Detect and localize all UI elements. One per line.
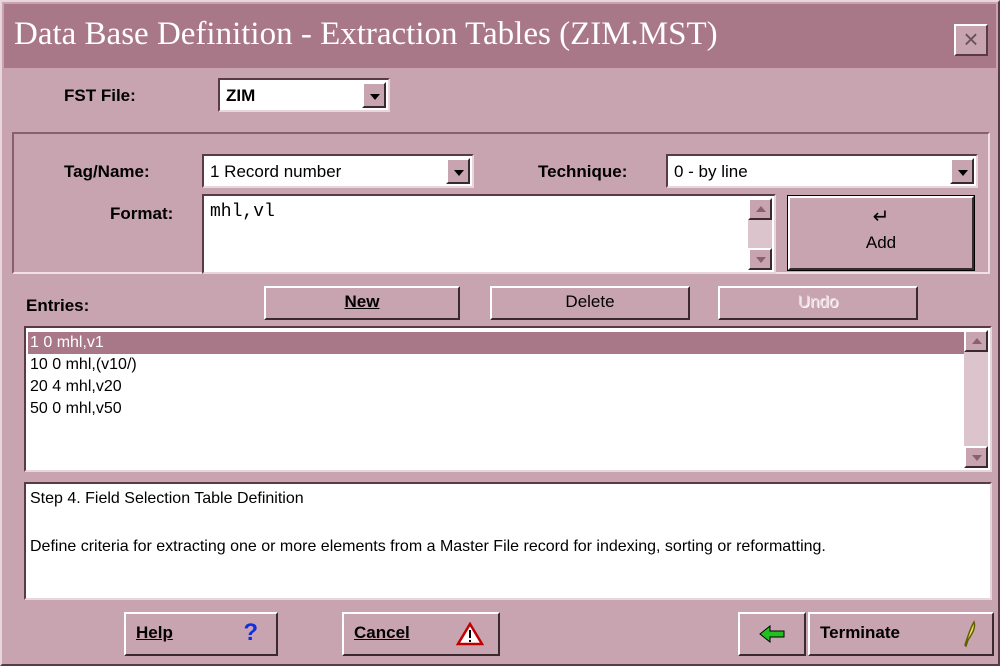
fst-file-select[interactable]: ZIM xyxy=(218,78,390,112)
technique-value: 0 - by line xyxy=(674,162,748,181)
list-item[interactable]: 10 0 mhl,(v10/) xyxy=(28,354,137,376)
cancel-button[interactable]: Cancel xyxy=(342,612,500,656)
enter-arrow-icon: ↵ xyxy=(872,206,890,228)
title-bar: Data Base Definition - Extraction Tables… xyxy=(4,4,996,68)
format-scrollbar[interactable] xyxy=(748,198,772,270)
terminate-button-label: Terminate xyxy=(820,623,900,642)
dialog-window: Data Base Definition - Extraction Tables… xyxy=(0,0,1000,666)
close-icon: × xyxy=(963,24,979,54)
list-item[interactable]: 1 0 mhl,v1 xyxy=(28,332,968,354)
format-text: mhl,vl xyxy=(210,202,275,222)
step-description: Define criteria for extracting one or mo… xyxy=(30,538,826,555)
add-button[interactable]: ↵ Add xyxy=(787,195,975,271)
fst-file-value: ZIM xyxy=(226,86,256,105)
chevron-down-icon[interactable] xyxy=(446,158,470,184)
help-button-label: Help xyxy=(136,623,173,642)
back-arrow-icon xyxy=(759,624,785,644)
entries-list[interactable]: 1 0 mhl,v1 10 0 mhl,(v10/) 20 4 mhl,v20 … xyxy=(24,326,992,472)
help-button[interactable]: Help ? xyxy=(124,612,278,656)
window-title: Data Base Definition - Extraction Tables… xyxy=(14,16,718,52)
fst-file-label: FST File: xyxy=(64,86,136,105)
quill-icon xyxy=(964,620,976,648)
scroll-up-icon[interactable] xyxy=(964,330,988,352)
new-button[interactable]: New xyxy=(264,286,460,320)
scroll-down-icon[interactable] xyxy=(748,248,772,270)
step-info-panel: Step 4. Field Selection Table Definition… xyxy=(24,482,992,600)
tag-name-label: Tag/Name: xyxy=(64,162,150,181)
list-item[interactable]: 20 4 mhl,v20 xyxy=(28,376,122,398)
scroll-down-icon[interactable] xyxy=(964,446,988,468)
entries-label: Entries: xyxy=(26,296,90,315)
technique-select[interactable]: 0 - by line xyxy=(666,154,978,188)
chevron-down-icon[interactable] xyxy=(950,158,974,184)
terminate-button[interactable]: Terminate xyxy=(808,612,994,656)
step-title: Step 4. Field Selection Table Definition xyxy=(30,490,304,507)
add-button-label: Add xyxy=(865,233,897,252)
delete-button-label: Delete xyxy=(565,292,615,311)
cancel-button-label: Cancel xyxy=(354,623,410,642)
back-button[interactable] xyxy=(738,612,806,656)
warning-icon xyxy=(456,622,484,646)
chevron-down-icon[interactable] xyxy=(362,82,386,108)
question-icon: ? xyxy=(243,619,258,646)
format-label: Format: xyxy=(110,204,174,223)
tag-name-select[interactable]: 1 Record number xyxy=(202,154,474,188)
new-button-label: New xyxy=(344,292,380,311)
technique-label: Technique: xyxy=(538,162,628,181)
list-item[interactable]: 50 0 mhl,v50 xyxy=(28,398,122,420)
undo-button[interactable]: Undo xyxy=(718,286,918,320)
undo-button-label: Undo xyxy=(797,292,839,311)
close-button[interactable]: × xyxy=(954,24,988,56)
tag-name-value: 1 Record number xyxy=(210,162,342,181)
delete-button[interactable]: Delete xyxy=(490,286,690,320)
scroll-up-icon[interactable] xyxy=(748,198,772,220)
entries-scrollbar[interactable] xyxy=(964,330,988,468)
format-textarea[interactable]: mhl,vl xyxy=(202,194,776,274)
